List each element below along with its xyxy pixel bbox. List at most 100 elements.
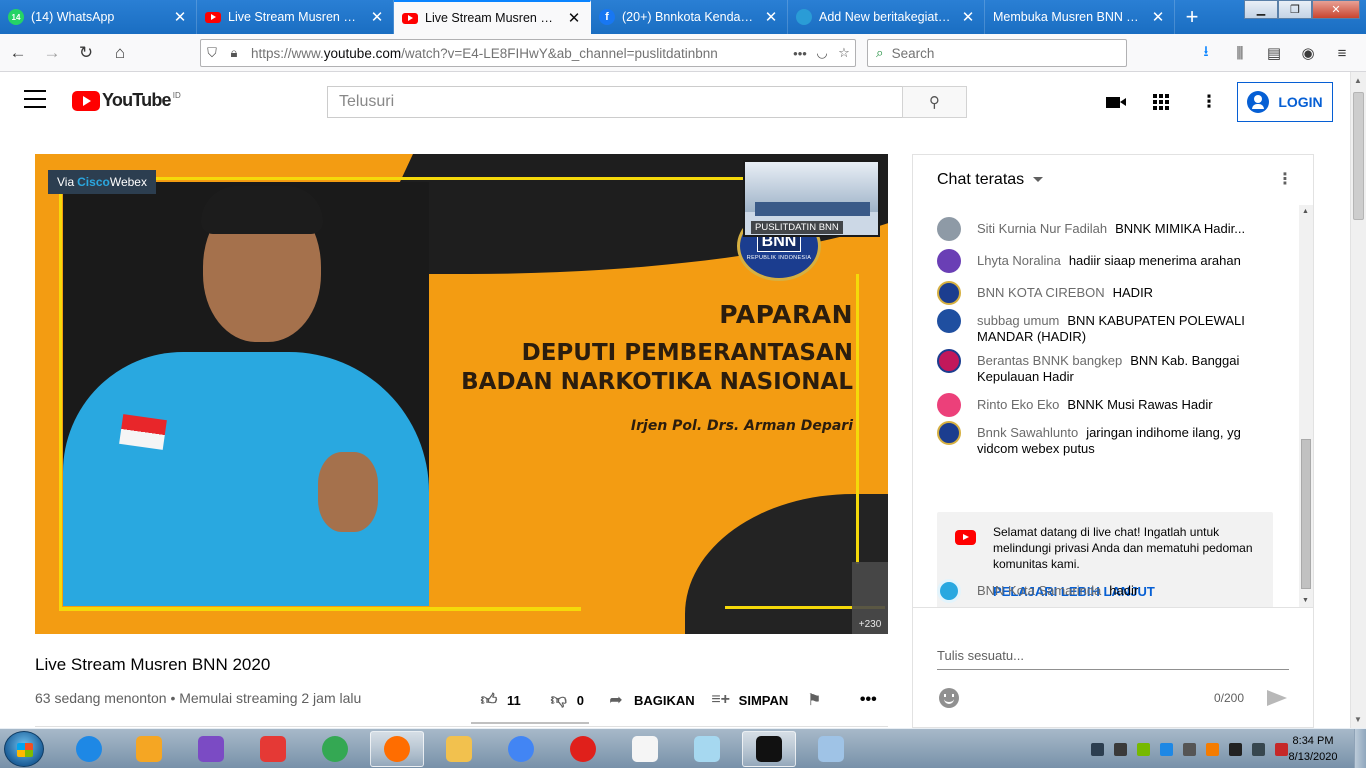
video-player[interactable]: Via Cisco Webex BNN REPUBLIK INDONESIA PU… <box>35 154 888 634</box>
scrollbar-thumb[interactable] <box>1353 92 1364 220</box>
pocket-icon[interactable]: ◡ <box>811 45 833 61</box>
save-button[interactable]: ≡+ SIMPAN <box>703 680 797 720</box>
document-icon <box>632 736 658 762</box>
page-actions-icon[interactable]: ••• <box>789 46 811 61</box>
library-icon[interactable]: ⫼ <box>1224 37 1256 69</box>
scroll-up-icon[interactable]: ▲ <box>1302 208 1309 215</box>
forward-button[interactable]: → <box>36 37 68 69</box>
tray-app-icon[interactable] <box>1160 742 1173 756</box>
taskbar-app-button[interactable] <box>122 731 176 767</box>
close-icon[interactable]: ✕ <box>566 9 582 27</box>
apps-grid-icon[interactable] <box>1149 90 1173 114</box>
search-button[interactable]: ⚲ <box>902 86 967 118</box>
thumbs-down-icon: 👎︎ <box>550 691 567 709</box>
minimize-button[interactable]: ▁ <box>1244 0 1278 19</box>
toolbar-right: ⭳ ⫼ ▤ ◉ ≡ <box>1188 37 1358 69</box>
share-icon: ➦ <box>609 692 623 709</box>
tab-label: (14) WhatsApp <box>31 10 115 24</box>
taskbar-app-button[interactable] <box>432 731 486 767</box>
taskbar-app-button[interactable] <box>742 731 796 767</box>
home-button[interactable]: ⌂ <box>104 37 136 69</box>
youtube-search-input[interactable]: Telusuri <box>327 86 903 118</box>
report-button[interactable]: ⚑ <box>796 680 840 720</box>
close-icon[interactable]: ✕ <box>763 8 779 26</box>
scroll-down-icon[interactable]: ▼ <box>1354 715 1362 724</box>
scroll-up-icon[interactable]: ▲ <box>1354 76 1362 85</box>
chat-message-input[interactable]: Tulis sesuatu... <box>937 648 1289 670</box>
youtube-logo[interactable]: YouTube ID <box>72 90 181 111</box>
tools-icon[interactable] <box>1183 742 1196 756</box>
taskbar-app-button[interactable] <box>308 731 362 767</box>
send-icon[interactable] <box>1267 690 1287 706</box>
close-window-button[interactable]: ✕ <box>1312 0 1360 19</box>
page-scrollbar[interactable]: ▲ ▼ <box>1350 72 1366 728</box>
new-tab-button[interactable]: + <box>1175 0 1209 34</box>
close-icon[interactable]: ✕ <box>369 8 385 26</box>
nvidia-icon[interactable] <box>1137 742 1150 756</box>
avast-icon[interactable] <box>1206 742 1219 756</box>
emoji-icon[interactable] <box>939 688 959 708</box>
taskbar-app-button[interactable] <box>246 731 300 767</box>
close-icon[interactable]: ✕ <box>172 8 188 26</box>
message-text: hadir <box>1109 583 1139 598</box>
close-icon[interactable]: ✕ <box>1150 8 1166 26</box>
login-button[interactable]: LOGIN <box>1237 82 1333 122</box>
avatar <box>937 393 961 417</box>
taskbar-app-button[interactable] <box>804 731 858 767</box>
taskbar-app-button[interactable] <box>62 731 116 767</box>
video-actions: 👍︎ 11 👎︎ 0 ➦ BAGIKAN ≡+ SIMPAN ⚑ ••• <box>471 680 894 720</box>
taskbar-app-button[interactable] <box>370 731 424 767</box>
download-icon[interactable]: ⭳ <box>1190 37 1222 69</box>
url-bar[interactable]: ⛉ 🔒︎ https://www.youtube.com/watch?v=E4-… <box>200 39 856 67</box>
guide-menu-icon[interactable] <box>24 90 46 108</box>
url-path: /watch?v=E4-LE8FIHwY&ab_channel=puslitda… <box>401 45 718 61</box>
tab-youtube-1[interactable]: Live Stream Musren BNN 2 ✕ <box>197 0 394 34</box>
scroll-down-icon[interactable]: ▼ <box>1302 597 1309 604</box>
chat-message-list[interactable]: Siti Kurnia Nur Fadilah BNNK MIMIKA Hadir… <box>913 205 1299 607</box>
chat-mode-dropdown[interactable]: Chat teratas <box>937 171 1044 189</box>
tab-youtube-active[interactable]: Live Stream Musren BNN 2 ✕ <box>394 0 591 34</box>
chat-scrollbar[interactable]: ▲ ▼ <box>1299 205 1313 607</box>
slide-frame-line <box>59 177 62 609</box>
settings-kebab-icon[interactable]: ⋮ <box>1197 90 1221 114</box>
like-button[interactable]: 👍︎ 11 <box>471 680 529 720</box>
slide-heading: PAPARAN <box>719 300 853 329</box>
slide-frame-line <box>59 607 581 611</box>
create-video-icon[interactable] <box>1101 90 1126 114</box>
taskbar-app-button[interactable] <box>680 731 734 767</box>
tab-whatsapp[interactable]: 14 (14) WhatsApp ✕ <box>0 0 197 34</box>
pen-tool-icon[interactable] <box>1114 742 1127 756</box>
menu-icon[interactable]: ≡ <box>1326 37 1358 69</box>
back-button[interactable]: ← <box>2 37 34 69</box>
scrollbar-thumb[interactable] <box>1301 439 1311 589</box>
tab-musren[interactable]: Membuka Musren BNN TA 20 ✕ <box>985 0 1175 34</box>
lock-icon[interactable]: 🔒︎ <box>223 45 245 61</box>
taskbar-app-button[interactable] <box>618 731 672 767</box>
show-desktop-button[interactable] <box>1354 729 1366 768</box>
welcome-text: Selamat datang di live chat! Ingatlah un… <box>993 525 1253 571</box>
taskbar-app-button[interactable] <box>184 731 238 767</box>
close-icon[interactable]: ✕ <box>960 8 976 26</box>
system-clock[interactable]: 8:34 PM 8/13/2020 <box>1278 733 1348 765</box>
share-button[interactable]: ➦ BAGIKAN <box>598 680 703 720</box>
tab-facebook[interactable]: f (20+) Bnnkota Kendari | Fa ✕ <box>591 0 788 34</box>
tab-wordpress[interactable]: Add New beritakegiatan ‹ ✕ <box>788 0 985 34</box>
dislike-button[interactable]: 👎︎ 0 <box>541 680 592 720</box>
chat-options-icon[interactable]: ⋮ <box>1277 169 1293 189</box>
account-icon[interactable]: ◉ <box>1292 37 1324 69</box>
shield-icon[interactable]: ⛉ <box>201 45 223 61</box>
more-actions-button[interactable]: ••• <box>850 680 894 720</box>
taskbar-app-button[interactable] <box>494 731 548 767</box>
browser-search-box[interactable]: ⌕ Search <box>867 39 1127 67</box>
bookmark-star-icon[interactable]: ☆ <box>833 45 855 61</box>
network-icon[interactable] <box>1091 742 1104 756</box>
sidebar-icon[interactable]: ▤ <box>1258 37 1290 69</box>
flag-tray-icon[interactable] <box>1229 742 1242 756</box>
reload-button[interactable]: ↻ <box>70 37 102 69</box>
taskbar-app-button[interactable] <box>556 731 610 767</box>
start-button[interactable] <box>4 731 44 767</box>
maximize-button[interactable]: ❐ <box>1278 0 1312 19</box>
display-icon[interactable] <box>1252 742 1265 756</box>
chat-message: Berantas BNNK bangkep BNN Kab. Banggai Ke… <box>937 349 1277 385</box>
url-text[interactable]: https://www.youtube.com/watch?v=E4-LE8FI… <box>245 46 789 61</box>
